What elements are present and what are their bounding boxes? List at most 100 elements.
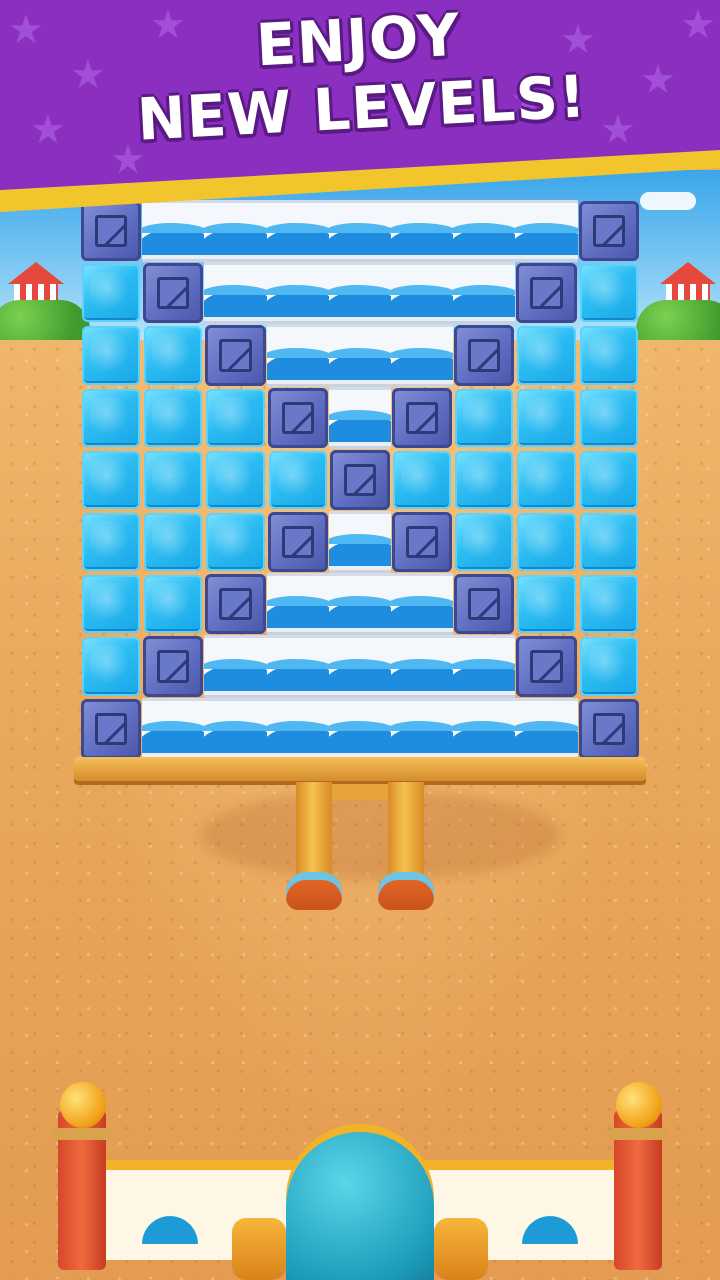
crate-icon bbox=[219, 339, 252, 372]
cannon-icon[interactable] bbox=[286, 1132, 434, 1280]
cloud bbox=[640, 192, 696, 210]
crate-block bbox=[81, 201, 142, 262]
crate-icon bbox=[468, 588, 501, 621]
water-icon bbox=[328, 658, 391, 691]
water-icon bbox=[453, 285, 516, 318]
crate-icon bbox=[343, 463, 376, 496]
water-block bbox=[515, 200, 578, 263]
ice-block bbox=[82, 575, 141, 634]
water-icon bbox=[328, 720, 391, 753]
crate-block bbox=[578, 201, 639, 262]
rope-right bbox=[608, 1128, 668, 1140]
wave-decoration-right bbox=[490, 1210, 610, 1244]
ice-block bbox=[206, 450, 265, 509]
cannon-wheel-right bbox=[434, 1218, 488, 1280]
crate-block bbox=[267, 387, 328, 448]
water-icon bbox=[328, 347, 391, 380]
post-ball-right bbox=[616, 1082, 662, 1128]
crate-icon bbox=[95, 712, 128, 745]
ice-block bbox=[144, 388, 203, 447]
water-block bbox=[142, 697, 205, 760]
crate-block bbox=[329, 449, 390, 510]
ice-block bbox=[517, 326, 576, 385]
water-block bbox=[328, 573, 391, 636]
water-block bbox=[142, 200, 205, 263]
water-block bbox=[328, 697, 391, 760]
crate-icon bbox=[157, 277, 190, 310]
game-scene: ★ ★ ★ ★ ★ ★ ★ ★ ★ ★ ENJOY NEW LEVELS! bbox=[0, 0, 720, 1280]
water-icon bbox=[204, 285, 267, 318]
table-top bbox=[74, 757, 646, 781]
table-foot-right bbox=[378, 872, 434, 910]
water-icon bbox=[142, 720, 205, 753]
ice-block bbox=[455, 450, 514, 509]
crate-icon bbox=[530, 650, 563, 683]
crate-icon bbox=[592, 215, 625, 248]
ice-block bbox=[455, 388, 514, 447]
ice-block bbox=[82, 326, 141, 385]
ice-block bbox=[144, 450, 203, 509]
ice-block bbox=[579, 637, 638, 696]
ice-block bbox=[579, 450, 638, 509]
water-icon bbox=[328, 223, 391, 256]
crate-block bbox=[516, 636, 577, 697]
water-icon bbox=[266, 223, 329, 256]
crate-block bbox=[391, 387, 453, 448]
post-ball-left bbox=[60, 1082, 106, 1128]
water-block bbox=[453, 200, 516, 263]
water-block bbox=[328, 200, 391, 263]
crate-icon bbox=[281, 525, 314, 559]
ice-block bbox=[268, 450, 327, 509]
crate-block bbox=[454, 325, 515, 386]
crate-block bbox=[143, 636, 204, 697]
water-block bbox=[266, 324, 329, 387]
ice-block bbox=[579, 388, 638, 447]
ice-block bbox=[517, 575, 576, 634]
ice-block bbox=[82, 637, 141, 696]
crate-icon bbox=[281, 401, 314, 434]
ice-block bbox=[82, 264, 141, 323]
water-block bbox=[390, 573, 454, 636]
water-block bbox=[453, 697, 516, 760]
crate-icon bbox=[219, 588, 252, 621]
water-block bbox=[266, 573, 329, 636]
table-foot-left bbox=[286, 872, 342, 910]
water-icon bbox=[266, 596, 329, 629]
cannon-wheel-left bbox=[232, 1218, 286, 1280]
ice-block bbox=[206, 512, 265, 572]
ice-block bbox=[206, 388, 265, 447]
water-block bbox=[328, 386, 391, 449]
crate-icon bbox=[405, 401, 439, 434]
water-block bbox=[390, 635, 454, 698]
crate-block bbox=[205, 574, 266, 635]
water-block bbox=[390, 262, 454, 325]
board-shadow bbox=[200, 790, 560, 880]
table-leg-right bbox=[388, 782, 424, 882]
water-icon bbox=[204, 720, 267, 753]
ice-block bbox=[144, 512, 203, 572]
water-icon bbox=[266, 658, 329, 691]
crate-block bbox=[454, 574, 515, 635]
ice-block bbox=[82, 450, 141, 509]
water-icon bbox=[390, 347, 454, 380]
water-block bbox=[204, 697, 267, 760]
water-block bbox=[204, 200, 267, 263]
ice-block bbox=[579, 326, 638, 385]
water-block bbox=[453, 635, 516, 698]
water-icon bbox=[266, 720, 329, 753]
crate-icon bbox=[405, 525, 439, 559]
ice-block bbox=[455, 512, 514, 572]
ice-block bbox=[579, 575, 638, 634]
water-block bbox=[204, 262, 267, 325]
water-icon bbox=[453, 720, 516, 753]
crate-block bbox=[391, 511, 453, 573]
crate-icon bbox=[468, 339, 501, 372]
ice-block bbox=[392, 450, 452, 509]
ice-block bbox=[579, 512, 638, 572]
water-icon bbox=[453, 223, 516, 256]
water-icon bbox=[390, 223, 454, 256]
water-icon bbox=[390, 596, 454, 629]
water-block bbox=[328, 262, 391, 325]
water-icon bbox=[453, 658, 516, 691]
ice-block bbox=[517, 388, 576, 447]
